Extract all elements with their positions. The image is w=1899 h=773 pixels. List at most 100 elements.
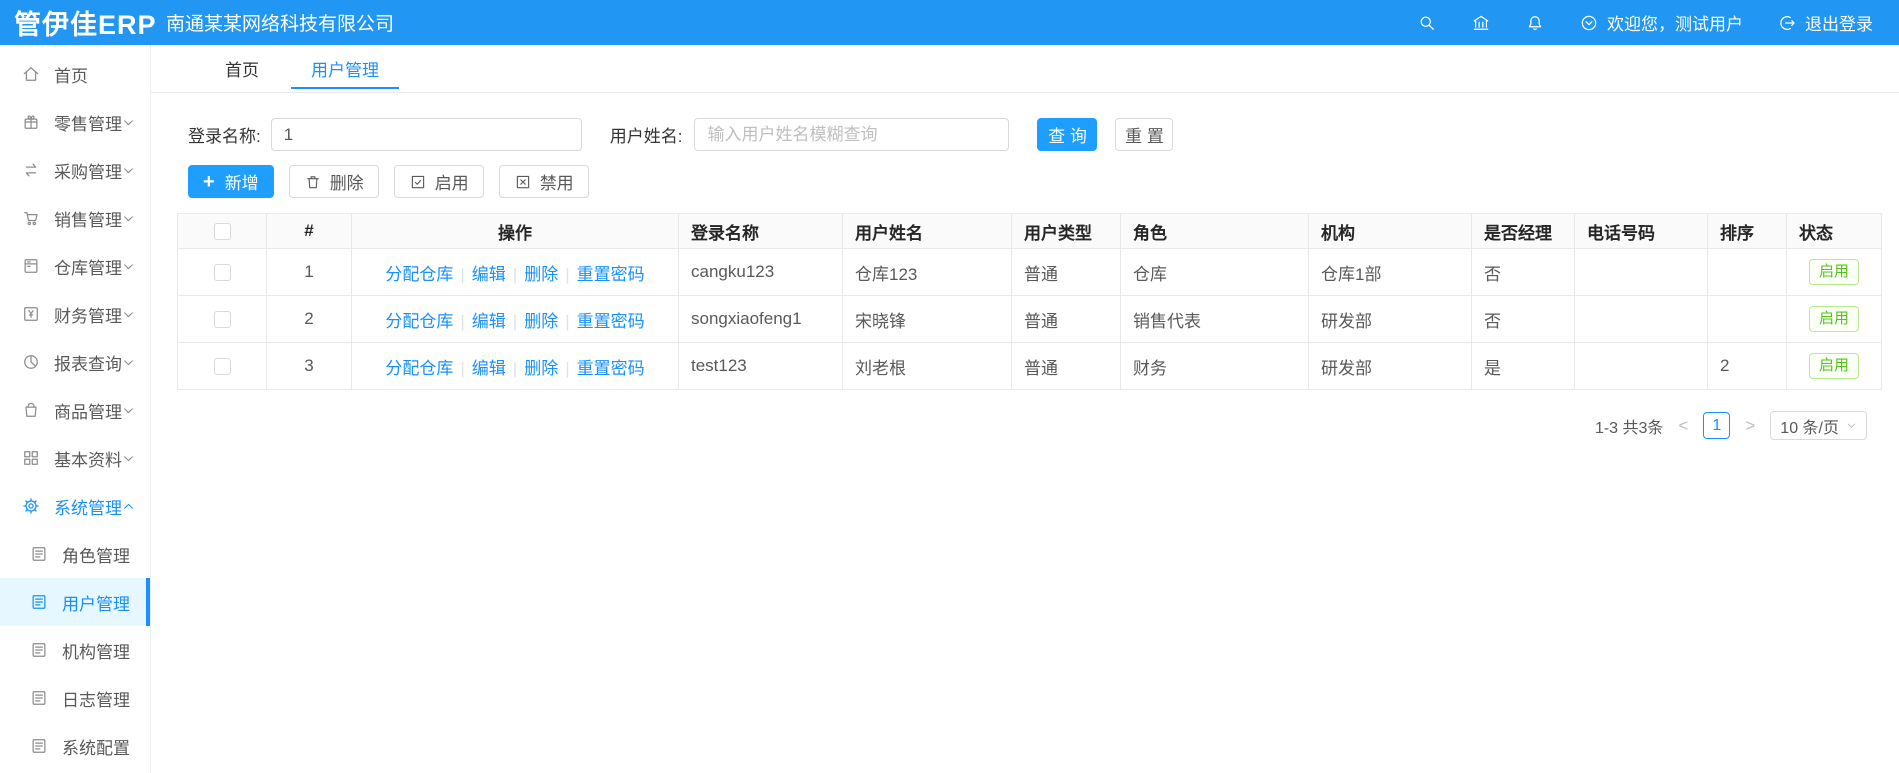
sidebar-subitem-logs[interactable]: 日志管理	[0, 674, 150, 722]
sidebar-subitem-config[interactable]: 系统配置	[0, 722, 150, 770]
sidebar-item-goods[interactable]: 商品管理	[0, 386, 150, 434]
top-header: 管伊佳ERP 南通某某网络科技有限公司 欢迎您，测试用户 退出登录	[0, 0, 1899, 45]
col-name: 用户姓名	[842, 213, 1012, 249]
reset-password-link[interactable]: 重置密码	[577, 312, 645, 331]
sidebar-subitem-users[interactable]: 用户管理	[0, 578, 150, 626]
edit-link[interactable]: 编辑	[472, 265, 506, 284]
bank-icon[interactable]	[1471, 13, 1491, 33]
search-form: 登录名称: 用户姓名: 查 询 重 置	[188, 118, 1881, 151]
grid-icon	[24, 451, 38, 465]
sidebar-item-retail[interactable]: 零售管理	[0, 98, 150, 146]
row-checkbox[interactable]	[213, 310, 231, 328]
sidebar-subitem-label: 角色管理	[62, 546, 130, 566]
document-icon	[32, 547, 46, 561]
delete-button[interactable]: 删除	[288, 165, 379, 198]
col-login: 登录名称	[678, 213, 843, 249]
sidebar-item-label: 基本资料	[54, 450, 122, 470]
col-org: 机构	[1308, 213, 1472, 249]
add-button[interactable]: + 新增	[188, 165, 274, 198]
delete-link[interactable]: 删除	[524, 265, 558, 284]
sidebar-item-purchase[interactable]: 采购管理	[0, 146, 150, 194]
sidebar-item-label: 财务管理	[54, 306, 122, 326]
col-manager: 是否经理	[1471, 213, 1575, 249]
row-checkbox[interactable]	[213, 357, 231, 375]
cell-name: 刘老根	[842, 342, 1012, 390]
reset-button[interactable]: 重 置	[1115, 118, 1174, 151]
sidebar-subitem-orgs[interactable]: 机构管理	[0, 626, 150, 674]
sidebar-item-system[interactable]: 系统管理	[0, 482, 150, 530]
reset-password-link[interactable]: 重置密码	[577, 265, 645, 284]
sidebar: 首页 零售管理 采购管理 销售管理 仓库管理 财务管理 报表查询 商品管理 基本…	[0, 45, 151, 773]
page-size-select[interactable]: 10 条/页	[1770, 411, 1867, 440]
users-table: # 操作 登录名称 用户姓名 用户类型 角色 机构 是否经理 电话号码 排序 状…	[177, 213, 1882, 390]
delete-link[interactable]: 删除	[524, 359, 558, 378]
reset-password-link[interactable]: 重置密码	[577, 359, 645, 378]
logout-button[interactable]: 退出登录	[1777, 10, 1873, 35]
edit-link[interactable]: 编辑	[472, 359, 506, 378]
status-badge: 启用	[1808, 353, 1859, 379]
select-all-checkbox[interactable]	[213, 222, 231, 240]
sidebar-item-finance[interactable]: 财务管理	[0, 290, 150, 338]
user-menu[interactable]: 欢迎您，测试用户	[1579, 10, 1743, 35]
sidebar-subitem-roles[interactable]: 角色管理	[0, 530, 150, 578]
cell-role: 销售代表	[1120, 295, 1309, 343]
logout-text: 退出登录	[1805, 15, 1873, 34]
pagination: 1-3 共3条 < 1 > 10 条/页	[177, 411, 1881, 440]
sidebar-item-basic-data[interactable]: 基本资料	[0, 434, 150, 482]
row-checkbox[interactable]	[213, 263, 231, 281]
user-name-input[interactable]	[694, 118, 1010, 151]
assign-warehouse-link[interactable]: 分配仓库	[385, 312, 453, 331]
cell-org: 研发部	[1308, 342, 1472, 390]
status-badge: 启用	[1808, 306, 1859, 332]
cell-manager: 是	[1471, 342, 1575, 390]
sidebar-item-warehouse[interactable]: 仓库管理	[0, 242, 150, 290]
enable-button[interactable]: 启用	[393, 165, 484, 198]
action-toolbar: + 新增 删除 启用 禁用	[188, 165, 1881, 198]
cell-index: 2	[266, 295, 352, 343]
chevron-up-icon	[124, 503, 133, 509]
document-icon	[32, 595, 46, 609]
assign-warehouse-link[interactable]: 分配仓库	[385, 265, 453, 284]
tab-home[interactable]: 首页	[211, 45, 273, 92]
cell-manager: 否	[1471, 248, 1575, 296]
sidebar-item-sales[interactable]: 销售管理	[0, 194, 150, 242]
swap-arrows-icon	[25, 163, 37, 177]
sidebar-item-label: 系统管理	[54, 498, 122, 518]
current-page-button[interactable]: 1	[1703, 412, 1731, 439]
cell-actions: 分配仓库 | 编辑 | 删除 | 重置密码	[351, 295, 679, 343]
chevron-down-icon	[124, 359, 133, 365]
query-button[interactable]: 查 询	[1037, 118, 1098, 151]
header-actions: 欢迎您，测试用户 退出登录	[1417, 10, 1873, 35]
sidebar-subitem-label: 日志管理	[62, 690, 130, 710]
cell-name: 仓库123	[842, 248, 1012, 296]
sidebar-item-home[interactable]: 首页	[0, 50, 150, 98]
login-name-input[interactable]	[270, 118, 582, 151]
chevron-down-icon	[124, 215, 133, 221]
search-icon[interactable]	[1417, 13, 1437, 33]
sidebar-item-reports[interactable]: 报表查询	[0, 338, 150, 386]
cell-type: 普通	[1011, 342, 1121, 390]
cell-actions: 分配仓库 | 编辑 | 删除 | 重置密码	[351, 248, 679, 296]
pie-chart-icon	[24, 355, 38, 369]
app-logo: 管伊佳ERP	[14, 10, 157, 40]
delete-link[interactable]: 删除	[524, 312, 558, 331]
cell-org: 仓库1部	[1308, 248, 1472, 296]
tab-user-management[interactable]: 用户管理	[291, 45, 399, 92]
assign-warehouse-link[interactable]: 分配仓库	[385, 359, 453, 378]
prev-page-arrow[interactable]: <	[1676, 416, 1690, 436]
document-icon	[32, 739, 46, 753]
disable-button[interactable]: 禁用	[498, 165, 589, 198]
gift-icon	[24, 115, 38, 129]
welcome-text: 欢迎您，测试用户	[1607, 15, 1743, 34]
chevron-down-icon	[124, 167, 133, 173]
cart-icon	[24, 211, 38, 226]
edit-link[interactable]: 编辑	[472, 312, 506, 331]
cell-type: 普通	[1011, 295, 1121, 343]
bell-icon[interactable]	[1525, 13, 1545, 33]
col-sort: 排序	[1707, 213, 1787, 249]
user-dropdown-icon	[1581, 15, 1597, 30]
document-icon	[32, 691, 46, 705]
sidebar-item-label: 采购管理	[54, 162, 122, 182]
trash-icon	[306, 175, 319, 188]
next-page-arrow[interactable]: >	[1743, 416, 1757, 436]
